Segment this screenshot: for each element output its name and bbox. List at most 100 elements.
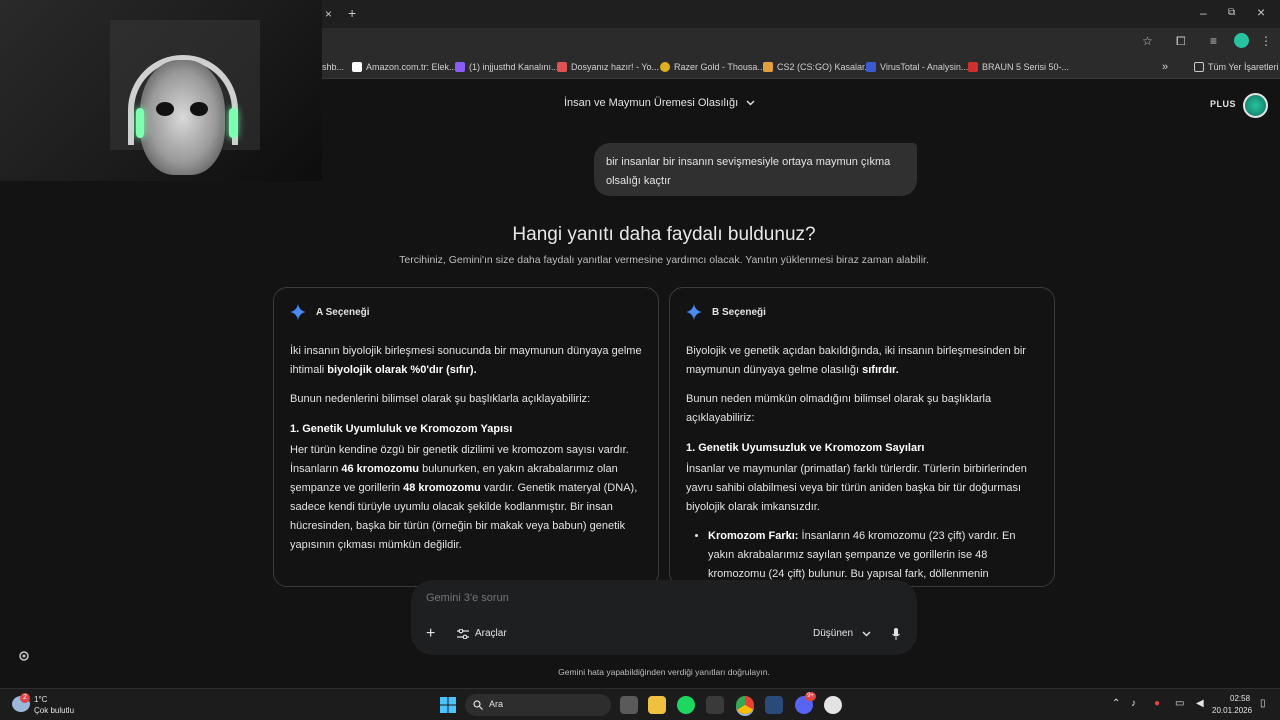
sliders-icon — [457, 628, 469, 639]
bookmark-label: (1) injjusthd Kanalını... — [469, 62, 559, 72]
option-b-p1-text: Biyolojik ve genetik açıdan bakıldığında… — [686, 345, 1026, 376]
steam-icon[interactable] — [765, 696, 783, 714]
all-bookmarks-button[interactable]: Tüm Yer İşaretleri — [1194, 59, 1279, 75]
mode-selector[interactable]: Düşünen — [813, 628, 871, 639]
option-b-paragraph-3: İnsanlar ve maymunlar (primatlar) farklı… — [686, 463, 1027, 513]
razer-icon — [660, 62, 670, 72]
notification-icon[interactable]: ▯ — [1260, 698, 1266, 709]
headphone-light-right — [229, 108, 237, 138]
option-a-header: A Seçeneği — [290, 304, 642, 320]
speaker-icon[interactable]: ♪ — [1131, 698, 1136, 709]
bookmark-virustotal[interactable]: VirusTotal - Analysin... — [866, 59, 968, 75]
feedback-question: Hangi yanıtı daha faydalı buldunuz? — [512, 224, 816, 245]
discord-badge: 9+ — [805, 692, 816, 701]
tab-close-icon[interactable]: × — [325, 7, 332, 21]
bookmark-file-ready[interactable]: Dosyanız hazır! - Yo... — [557, 59, 659, 75]
unity-icon[interactable] — [706, 696, 724, 714]
minimize-button[interactable]: – — [1200, 6, 1207, 20]
volume-icon[interactable]: ◀ — [1196, 698, 1204, 709]
cs2-icon — [763, 62, 773, 72]
feedback-subtitle: Tercihiniz, Gemini'ın size daha faydalı … — [399, 254, 929, 266]
tools-label: Araçlar — [475, 628, 507, 639]
bookmark-cs2[interactable]: CS2 (CS:GO) Kasalar... — [763, 59, 872, 75]
bookmark-youtube-channel[interactable]: (1) injjusthd Kanalını... — [455, 59, 559, 75]
chrome-icon[interactable] — [736, 696, 754, 714]
weather-description: Çok bulutlu — [34, 706, 75, 715]
maximize-button[interactable]: ⧉ — [1228, 6, 1235, 20]
user-message-bubble: bir insanlar bir insanın sevişmesiyle or… — [594, 143, 917, 196]
prompt-box: + Araçlar Düşünen — [411, 580, 917, 655]
bookmark-label: shb... — [322, 62, 345, 72]
skull-mask — [140, 60, 225, 175]
chevron-down-icon — [862, 631, 871, 636]
weather-badge: 2 — [20, 693, 30, 703]
search-label: Ara — [489, 699, 504, 709]
taskbar-search[interactable]: Ara — [465, 694, 611, 716]
spotify-icon[interactable] — [677, 696, 695, 714]
option-a-paragraph-3: Her türün kendine özgü bir genetik dizil… — [290, 441, 642, 555]
gear-icon[interactable] — [18, 650, 30, 662]
bookmark-amazon[interactable]: Amazon.com.tr: Elek... — [352, 59, 457, 75]
new-tab-button[interactable]: + — [348, 6, 356, 20]
chevron-double-right-icon: » — [1162, 61, 1169, 73]
option-b-paragraph-1: Biyolojik ve genetik açıdan bakıldığında… — [686, 342, 1038, 380]
bookmark-0[interactable]: shb... — [322, 59, 344, 75]
bookmark-label: Razer Gold - Thousa... — [674, 62, 765, 72]
option-a-paragraph-1: İki insanın biyolojik birleşmesi sonucun… — [290, 342, 642, 380]
option-a-paragraph-2: Bunun nedenlerini bilimsel olarak şu baş… — [290, 393, 591, 405]
microphone-icon[interactable] — [892, 628, 900, 640]
more-bookmarks-button[interactable]: » — [1162, 59, 1168, 75]
close-window-button[interactable]: × — [1257, 5, 1265, 19]
option-a-label: A Seçeneği — [316, 306, 370, 318]
option-b-card[interactable]: B Seçeneği Biyolojik ve genetik açıdan b… — [669, 287, 1055, 587]
profile-avatar[interactable] — [1234, 33, 1249, 48]
disclaimer: Gemini hata yapabildiğinden verdiği yanı… — [558, 667, 770, 677]
taskbar: 2 1°C Çok bulutlu Ara 9+ ⌃ ♪ ● ▭ ◀ 02:58… — [0, 688, 1280, 720]
network-icon[interactable]: ▭ — [1175, 698, 1184, 709]
clock-time[interactable]: 02:58 — [1230, 694, 1250, 703]
chevron-down-icon — [746, 100, 755, 106]
extensions-icon[interactable]: ⧠ — [1176, 34, 1186, 48]
menu-icon[interactable]: ⋮ — [1260, 34, 1272, 48]
webcam-overlay — [0, 0, 322, 181]
mask-eye-right — [190, 102, 208, 116]
gemini-sparkle-icon — [290, 304, 306, 320]
option-a-p1-bold: biyolojik olarak %0'dır (sıfır). — [327, 364, 477, 376]
option-a-p3-bold-2: 48 kromozomu — [403, 482, 481, 494]
headphone-light-left — [136, 108, 144, 138]
folder-icon — [1194, 62, 1204, 72]
option-a-p3-bold-1: 46 kromozomu — [341, 463, 420, 475]
prompt-input[interactable] — [426, 592, 886, 604]
task-view-icon[interactable] — [620, 696, 638, 714]
tools-button[interactable]: Araçlar — [457, 628, 507, 639]
bookmark-razer-gold[interactable]: Razer Gold - Thousa... — [660, 59, 765, 75]
option-b-bullet-bold: Kromozom Farkı: — [708, 530, 799, 542]
option-b-header: B Seçeneği — [686, 304, 1038, 320]
mask-eye-left — [156, 102, 174, 116]
clock-date[interactable]: 20.01.2026 — [1212, 706, 1252, 715]
bookmark-label: VirusTotal - Analysin... — [880, 62, 969, 72]
media-icon[interactable]: ≡ — [1210, 34, 1217, 48]
user-avatar[interactable] — [1243, 93, 1268, 118]
option-b-heading-1: 1. Genetik Uyumsuzluk ve Kromozom Sayıla… — [686, 442, 925, 454]
windows-start-icon[interactable] — [440, 697, 456, 713]
add-button[interactable]: + — [426, 625, 435, 643]
microphone-icon[interactable]: ● — [1154, 698, 1160, 709]
gemini-sparkle-icon — [686, 304, 702, 320]
chat-title-dropdown[interactable]: İnsan ve Maymun Üremesi Olasılığı — [564, 97, 755, 109]
weather-temp: 1°C — [34, 695, 48, 704]
bookmark-label: BRAUN 5 Serisi 50-... — [982, 62, 1070, 72]
bookmark-braun[interactable]: BRAUN 5 Serisi 50-... — [968, 59, 1069, 75]
app-icon[interactable] — [824, 696, 842, 714]
option-b-label: B Seçeneği — [712, 306, 766, 318]
chevron-up-icon[interactable]: ⌃ — [1112, 698, 1120, 709]
star-icon[interactable]: ☆ — [1142, 34, 1153, 48]
option-b-list: Kromozom Farkı: İnsanların 46 kromozomu … — [708, 527, 1038, 586]
file-explorer-icon[interactable] — [648, 696, 666, 714]
plan-badge: PLUS — [1210, 99, 1237, 109]
option-a-card[interactable]: A Seçeneği İki insanın biyolojik birleşm… — [273, 287, 659, 587]
search-icon — [473, 700, 483, 710]
file-icon — [557, 62, 567, 72]
option-b-paragraph-2: Bunun neden mümkün olmadığını bilimsel o… — [686, 393, 992, 424]
list-item: Kromozom Farkı: İnsanların 46 kromozomu … — [708, 527, 1038, 586]
